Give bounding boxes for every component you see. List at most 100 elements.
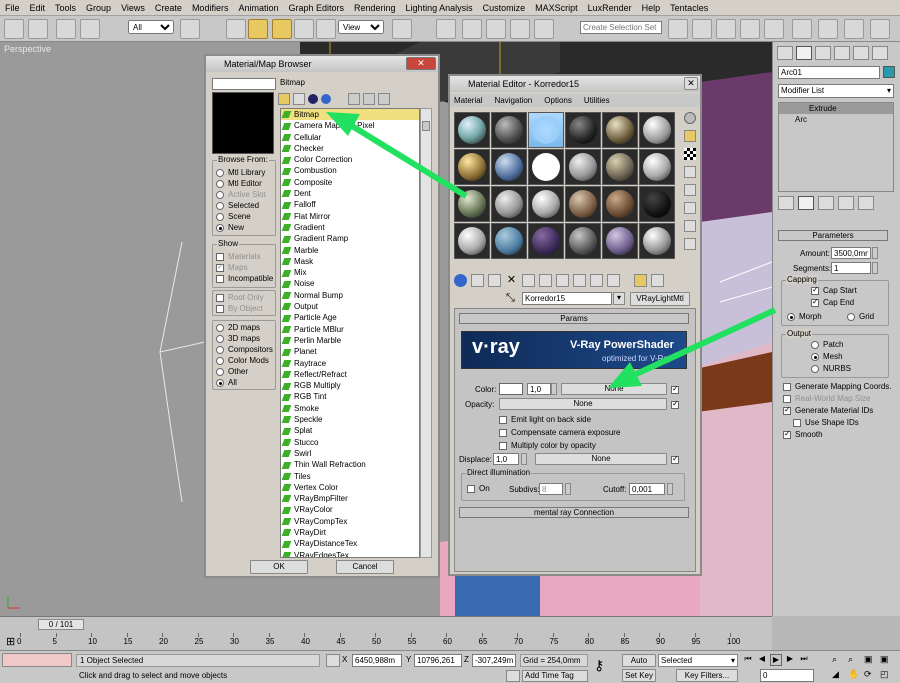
display-tab-icon[interactable]	[853, 46, 869, 60]
cutoff-spinner[interactable]	[667, 483, 673, 495]
menu-item[interactable]: MAXScript	[530, 3, 583, 13]
render-setup-icon[interactable]	[818, 19, 838, 39]
sample-slot[interactable]	[491, 112, 527, 148]
params-rollout-header[interactable]: Params	[459, 313, 689, 324]
time-slider[interactable]: 0 / 101	[38, 619, 84, 630]
subdivs-spinner[interactable]	[565, 483, 571, 495]
field-of-view-icon[interactable]: ◢	[832, 669, 846, 682]
sample-slot[interactable]	[639, 112, 675, 148]
map-list-item[interactable]: Gradient Ramp	[281, 233, 419, 244]
material-name-dropdown[interactable]: ▾	[613, 292, 625, 305]
menu-item[interactable]: Customize	[478, 3, 531, 13]
sample-uv-tiling-icon[interactable]	[684, 166, 696, 178]
view-small-icons-icon[interactable]	[308, 94, 318, 104]
object-color-swatch[interactable]	[883, 66, 895, 78]
go-forward-sibling-icon[interactable]	[651, 273, 664, 287]
sample-slot[interactable]	[491, 149, 527, 185]
next-frame-icon[interactable]: ▶	[784, 654, 796, 666]
editor-menu-item[interactable]: Utilities	[584, 94, 610, 107]
browser-titlebar[interactable]: Material/Map Browser ✕	[206, 56, 438, 72]
menu-item[interactable]: Lighting Analysis	[401, 3, 478, 13]
key-mode-dropdown[interactable]: Selected ▾	[658, 654, 738, 667]
map-list-item[interactable]: Perlin Marble	[281, 335, 419, 346]
type-2d-maps-radio[interactable]: 2D maps	[216, 323, 260, 332]
menu-item[interactable]: Views	[116, 3, 150, 13]
video-color-check-icon[interactable]	[684, 184, 696, 196]
map-list-item[interactable]: Vertex Color	[281, 482, 419, 493]
unlink-icon[interactable]	[80, 19, 100, 39]
sample-slot[interactable]	[528, 112, 564, 148]
pan-icon[interactable]: ✋	[848, 669, 862, 682]
map-list-item[interactable]: Thin Wall Refraction	[281, 459, 419, 470]
color-map-button[interactable]: None	[561, 383, 667, 395]
morph-radio[interactable]: Morph	[787, 312, 822, 321]
opacity-map-button[interactable]: None	[499, 398, 667, 410]
menu-item[interactable]: Create	[150, 3, 187, 13]
map-list-item[interactable]: Mask	[281, 256, 419, 267]
menu-item[interactable]: LuxRender	[583, 3, 637, 13]
map-list-item[interactable]: Marble	[281, 245, 419, 256]
map-list-item[interactable]: Checker	[281, 143, 419, 154]
map-list-item[interactable]: Mix	[281, 267, 419, 278]
cancel-button[interactable]: Cancel	[336, 560, 394, 574]
rendered-frame-icon[interactable]	[844, 19, 864, 39]
assign-to-selection-icon[interactable]	[488, 273, 501, 287]
orbit-icon[interactable]: ⟳	[864, 669, 878, 682]
zoom-extents-icon[interactable]: ▣	[864, 654, 878, 667]
mirror-icon[interactable]	[668, 19, 688, 39]
modifier-list-dropdown[interactable]: Modifier List ▾	[778, 84, 894, 98]
type-other-radio[interactable]: Other	[216, 367, 248, 376]
sample-slot[interactable]	[602, 112, 638, 148]
sample-slot[interactable]	[639, 223, 675, 259]
color-multiplier-field[interactable]	[527, 383, 551, 395]
segments-field[interactable]	[831, 262, 871, 274]
configure-sets-icon[interactable]	[858, 196, 874, 210]
close-icon[interactable]: ✕	[684, 77, 698, 90]
select-by-material-icon[interactable]	[684, 238, 696, 250]
map-list-item[interactable]: RGB Multiply	[281, 380, 419, 391]
browse-scene-radio[interactable]: Scene	[216, 212, 251, 221]
map-list-item[interactable]: VRayDirt	[281, 527, 419, 538]
cap-start-checkbox[interactable]: Cap Start	[811, 285, 857, 295]
clear-library-icon[interactable]	[378, 93, 390, 105]
map-list-item[interactable]: VRayDistanceTex	[281, 538, 419, 549]
sample-slot[interactable]	[454, 112, 490, 148]
type-color-mods-radio[interactable]: Color Mods	[216, 356, 269, 365]
remove-modifier-icon[interactable]	[838, 196, 854, 210]
generate-mapping-checkbox[interactable]: Generate Mapping Coords.	[783, 382, 892, 391]
opacity-map-checkbox[interactable]	[671, 399, 683, 409]
cutoff-field[interactable]	[629, 483, 665, 495]
material-editor-icon[interactable]	[792, 19, 812, 39]
link-icon[interactable]	[56, 19, 76, 39]
make-unique-icon[interactable]	[539, 273, 552, 287]
show-end-result-icon[interactable]	[798, 196, 814, 210]
map-list-scrollbar[interactable]	[420, 108, 432, 558]
editor-titlebar[interactable]: Material Editor - Korredor15 ✕	[450, 76, 700, 92]
zoom-all-icon[interactable]: ⌕	[848, 654, 862, 667]
segments-spinner[interactable]	[872, 262, 878, 274]
snap-icon[interactable]	[462, 19, 482, 39]
map-list-item[interactable]: Reflect/Refract	[281, 369, 419, 380]
map-list-item[interactable]: Dent	[281, 188, 419, 199]
select-move-icon[interactable]	[272, 19, 292, 39]
menu-item[interactable]: Tentacles	[665, 3, 713, 13]
map-list-item[interactable]: Tiles	[281, 471, 419, 482]
motion-tab-icon[interactable]	[834, 46, 850, 60]
timeline-ruler[interactable]: 0 5 10 15 20 25 30 35 40 45 50 55 60 65 70 75 80 85 90 95 10…	[17, 633, 740, 651]
sample-slot[interactable]	[491, 223, 527, 259]
color-map-checkbox[interactable]	[671, 384, 683, 394]
stack-item[interactable]: Arc	[779, 114, 893, 125]
sample-type-icon[interactable]	[684, 112, 696, 124]
sample-slot[interactable]	[602, 149, 638, 185]
map-list-item[interactable]: Gradient	[281, 222, 419, 233]
root-only-checkbox[interactable]: Root Only	[216, 293, 264, 302]
go-to-parent-icon[interactable]	[634, 273, 647, 287]
viewport-label[interactable]: Perspective	[4, 44, 51, 54]
map-list-item[interactable]: Planet	[281, 346, 419, 357]
create-tab-icon[interactable]	[777, 46, 793, 60]
previous-frame-icon[interactable]: ◀	[756, 654, 768, 666]
editor-menu-item[interactable]: Material	[454, 94, 482, 107]
material-id-icon[interactable]	[573, 273, 586, 287]
rotate-icon[interactable]	[294, 19, 314, 39]
options-icon[interactable]	[684, 220, 696, 232]
